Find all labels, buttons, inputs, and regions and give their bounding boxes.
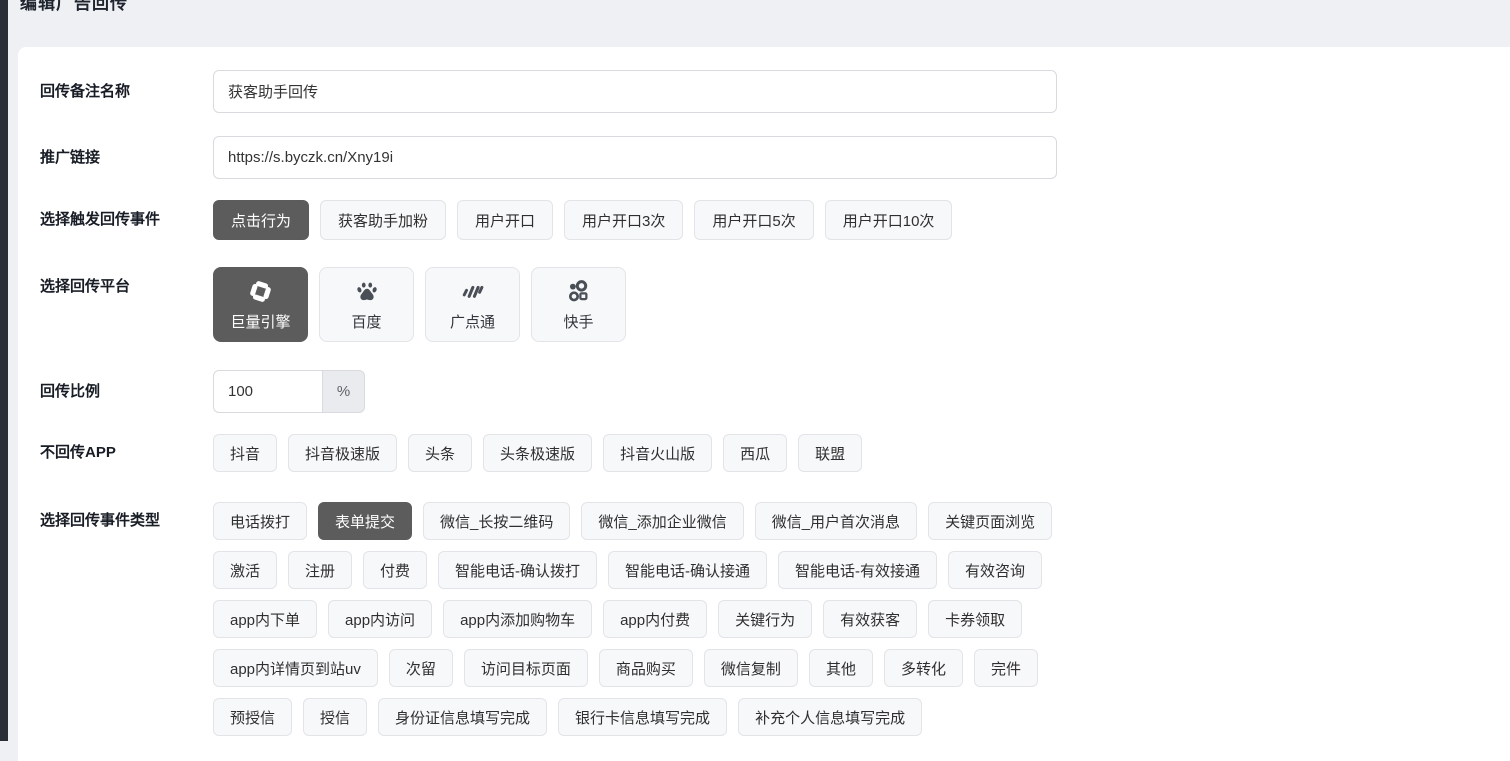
row-platform: 选择回传平台 巨量引擎 (40, 267, 1510, 342)
event-type-row: 预授信 授信 身份证信息填写完成 银行卡信息填写完成 补充个人信息填写完成 (213, 698, 1052, 736)
event-type-option[interactable]: app内详情页到站uv (213, 649, 378, 687)
exclude-app-option[interactable]: 头条极速版 (483, 434, 592, 472)
percent-addon: % (323, 370, 365, 413)
row-event-type: 选择回传事件类型 电话拨打 表单提交 微信_长按二维码 微信_添加企业微信 微信… (40, 502, 1510, 736)
exclude-app-option[interactable]: 联盟 (798, 434, 862, 472)
event-type-option[interactable]: 注册 (288, 551, 352, 589)
exclude-apps-options: 抖音 抖音极速版 头条 头条极速版 抖音火山版 西瓜 联盟 (213, 434, 862, 472)
platform-option-ocean-engine[interactable]: 巨量引擎 (213, 267, 308, 342)
event-type-option[interactable]: 微信_长按二维码 (423, 502, 570, 540)
row-remark: 回传备注名称 (40, 70, 1510, 113)
remark-label: 回传备注名称 (40, 70, 213, 113)
event-type-option[interactable]: 身份证信息填写完成 (378, 698, 547, 736)
link-label: 推广链接 (40, 136, 213, 179)
event-type-option[interactable]: 卡券领取 (928, 600, 1022, 638)
event-type-option[interactable]: 有效咨询 (948, 551, 1042, 589)
event-type-option[interactable]: 付费 (363, 551, 427, 589)
kuaishou-icon (565, 278, 592, 306)
event-type-row: app内详情页到站uv 次留 访问目标页面 商品购买 微信复制 其他 多转化 完… (213, 649, 1052, 687)
exclude-app-option[interactable]: 抖音极速版 (288, 434, 397, 472)
event-type-option[interactable]: 完件 (974, 649, 1038, 687)
trigger-options: 点击行为 获客助手加粉 用户开口 用户开口3次 用户开口5次 用户开口10次 (213, 200, 952, 240)
trigger-label: 选择触发回传事件 (40, 200, 213, 240)
remark-input[interactable] (213, 70, 1057, 113)
event-type-option[interactable]: 关键行为 (718, 600, 812, 638)
event-type-option[interactable]: 微信_用户首次消息 (755, 502, 917, 540)
trigger-option[interactable]: 用户开口5次 (694, 200, 813, 240)
form-card: 回传备注名称 推广链接 选择触发回传事件 点击行为 获客助手加粉 用户开口 用户… (18, 47, 1510, 761)
event-type-option[interactable]: app内添加购物车 (443, 600, 592, 638)
page-title: 编辑广告回传 (20, 0, 128, 14)
ratio-input-group: % (213, 370, 365, 413)
event-type-option[interactable]: 访问目标页面 (464, 649, 588, 687)
event-type-row: app内下单 app内访问 app内添加购物车 app内付费 关键行为 有效获客… (213, 600, 1052, 638)
platform-option-label: 快手 (563, 311, 593, 332)
ratio-label: 回传比例 (40, 370, 213, 413)
event-type-option[interactable]: 授信 (303, 698, 367, 736)
event-type-option[interactable]: 智能电话-确认接通 (608, 551, 767, 589)
event-type-option[interactable]: app内访问 (328, 600, 432, 638)
exclude-app-option[interactable]: 抖音火山版 (603, 434, 712, 472)
event-type-option[interactable]: app内付费 (603, 600, 707, 638)
event-type-option[interactable]: 激活 (213, 551, 277, 589)
event-type-option[interactable]: 电话拨打 (213, 502, 307, 540)
event-type-option[interactable]: 次留 (389, 649, 453, 687)
row-exclude-apps: 不回传APP 抖音 抖音极速版 头条 头条极速版 抖音火山版 西瓜 联盟 (40, 434, 1510, 472)
event-type-option[interactable]: 关键页面浏览 (928, 502, 1052, 540)
link-input[interactable] (213, 136, 1057, 179)
event-type-option[interactable]: 商品购买 (599, 649, 693, 687)
platform-option-kuaishou[interactable]: 快手 (531, 267, 626, 342)
exclude-app-option[interactable]: 抖音 (213, 434, 277, 472)
gdt-icon (459, 278, 486, 306)
platform-option-gdt[interactable]: 广点通 (425, 267, 520, 342)
row-trigger: 选择触发回传事件 点击行为 获客助手加粉 用户开口 用户开口3次 用户开口5次 … (40, 200, 1510, 240)
exclude-app-option[interactable]: 西瓜 (723, 434, 787, 472)
trigger-option[interactable]: 用户开口 (457, 200, 553, 240)
row-ratio: 回传比例 % (40, 370, 1510, 413)
platform-label: 选择回传平台 (40, 267, 213, 307)
exclude-apps-label: 不回传APP (40, 434, 213, 472)
trigger-option[interactable]: 用户开口3次 (564, 200, 683, 240)
event-type-option[interactable]: 表单提交 (318, 502, 412, 540)
ratio-input[interactable] (213, 370, 323, 413)
event-type-option[interactable]: 智能电话-有效接通 (778, 551, 937, 589)
platform-option-label: 广点通 (450, 311, 495, 332)
platform-option-baidu[interactable]: 百度 (319, 267, 414, 342)
event-type-option[interactable]: 其他 (809, 649, 873, 687)
event-type-row: 激活 注册 付费 智能电话-确认拨打 智能电话-确认接通 智能电话-有效接通 有… (213, 551, 1052, 589)
collapsed-sidebar (0, 0, 8, 741)
ocean-engine-icon (247, 278, 274, 306)
platform-option-label: 百度 (351, 311, 381, 332)
trigger-option[interactable]: 获客助手加粉 (320, 200, 446, 240)
trigger-option[interactable]: 用户开口10次 (825, 200, 953, 240)
event-type-label: 选择回传事件类型 (40, 502, 213, 540)
event-type-option[interactable]: 智能电话-确认拨打 (438, 551, 597, 589)
event-type-option[interactable]: 微信复制 (704, 649, 798, 687)
trigger-option[interactable]: 点击行为 (213, 200, 309, 240)
platform-options: 巨量引擎 百度 (213, 267, 626, 342)
event-type-options: 电话拨打 表单提交 微信_长按二维码 微信_添加企业微信 微信_用户首次消息 关… (213, 502, 1052, 736)
event-type-option[interactable]: 预授信 (213, 698, 292, 736)
event-type-option[interactable]: 银行卡信息填写完成 (558, 698, 727, 736)
event-type-option[interactable]: 有效获客 (823, 600, 917, 638)
platform-option-label: 巨量引擎 (230, 311, 290, 332)
event-type-option[interactable]: 微信_添加企业微信 (581, 502, 743, 540)
event-type-option[interactable]: app内下单 (213, 600, 317, 638)
event-type-row: 电话拨打 表单提交 微信_长按二维码 微信_添加企业微信 微信_用户首次消息 关… (213, 502, 1052, 540)
event-type-option[interactable]: 补充个人信息填写完成 (738, 698, 922, 736)
row-link: 推广链接 (40, 136, 1510, 179)
baidu-icon (354, 278, 380, 306)
exclude-app-option[interactable]: 头条 (408, 434, 472, 472)
event-type-option[interactable]: 多转化 (884, 649, 963, 687)
